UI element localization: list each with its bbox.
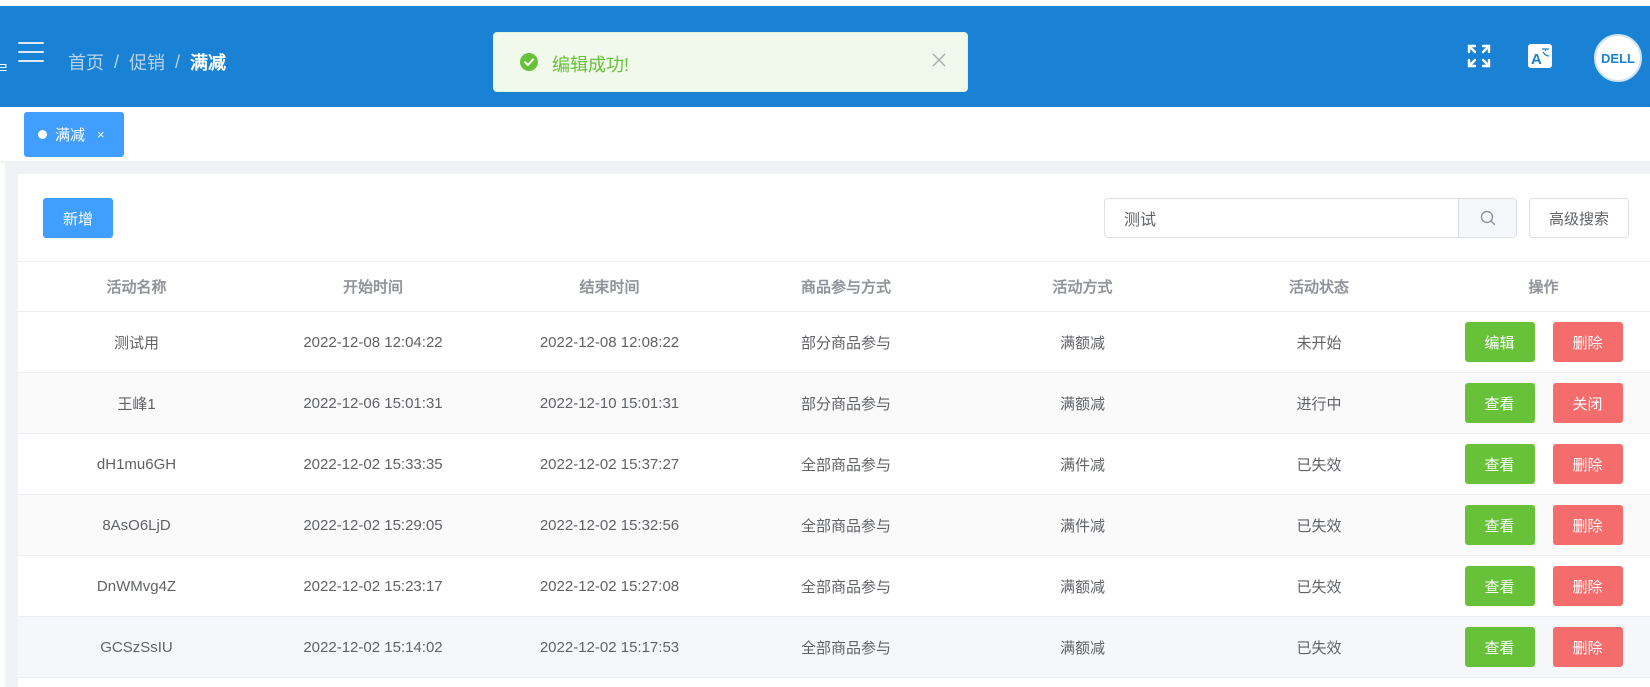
cell-name: dH1mu6GH — [96, 455, 177, 473]
cell-status: 未开始 — [1296, 334, 1342, 352]
table-row: dH1mu6GH 2022-12-02 15:33:35 2022-12-02 … — [18, 434, 1650, 495]
tag-manjian[interactable]: 满减 × — [24, 112, 124, 157]
breadcrumb-separator: / — [114, 51, 120, 72]
column-header: 活动状态 — [1288, 279, 1349, 296]
cell-start: 2022-12-06 15:01:31 — [303, 394, 443, 412]
cell-scope: 全部商品参与 — [800, 639, 891, 657]
hamburger-menu-icon[interactable] — [18, 42, 44, 64]
view-button[interactable]: 查看 — [1464, 566, 1535, 606]
fullscreen-icon[interactable] — [1466, 43, 1492, 74]
view-button[interactable]: 查看 — [1464, 383, 1535, 423]
cell-mode: 满件减 — [1059, 517, 1105, 535]
delete-button[interactable]: 删除 — [1552, 627, 1623, 667]
table-row: 王峰1 2022-12-06 15:01:31 2022-12-10 15:01… — [18, 373, 1650, 434]
breadcrumb: 首页 / 促销 / 满减 — [68, 49, 226, 75]
search-icon — [1480, 210, 1495, 226]
cell-mode: 满额减 — [1059, 639, 1105, 657]
cell-start: 2022-12-02 15:14:02 — [303, 638, 443, 656]
table-row: DnWMvg4Z 2022-12-02 15:23:17 2022-12-02 … — [18, 556, 1650, 617]
cell-mode: 满额减 — [1059, 395, 1105, 413]
delete-button[interactable]: 删除 — [1552, 322, 1623, 362]
cell-name: 王峰1 — [117, 395, 156, 413]
cell-name: 8AsO6LjD — [102, 516, 171, 534]
breadcrumb-home[interactable]: 首页 — [68, 49, 104, 75]
column-header: 开始时间 — [342, 279, 403, 296]
breadcrumb-promo[interactable]: 促销 — [129, 49, 165, 75]
cell-end: 2022-12-02 15:17:53 — [539, 638, 680, 656]
cell-actions: 编辑 删除 — [1437, 312, 1650, 372]
cell-status: 已失效 — [1296, 639, 1342, 657]
column-header: 商品参与方式 — [800, 279, 891, 296]
column-header: 活动方式 — [1052, 279, 1113, 296]
search-button[interactable] — [1458, 199, 1516, 237]
close-icon[interactable] — [931, 52, 947, 68]
column-header: 活动名称 — [106, 279, 167, 296]
user-avatar[interactable]: DELL — [1594, 34, 1642, 82]
add-button[interactable]: 新增 — [43, 198, 113, 238]
cell-end: 2022-12-10 15:01:31 — [539, 394, 680, 412]
success-toast: 编辑成功! — [493, 32, 968, 92]
cell-scope: 全部商品参与 — [800, 578, 891, 596]
close-activity-button[interactable]: 关闭 — [1552, 383, 1623, 423]
cell-actions: 查看 删除 — [1437, 495, 1650, 555]
delete-button[interactable]: 删除 — [1552, 505, 1623, 545]
cell-name: GCSzSsIU — [100, 638, 173, 656]
cell-start: 2022-12-08 12:04:22 — [303, 333, 443, 351]
view-button[interactable]: 查看 — [1464, 444, 1535, 484]
cell-mode: 满件减 — [1059, 456, 1105, 474]
dell-logo-icon: DELL — [1601, 51, 1635, 66]
tag-close-icon[interactable]: × — [97, 127, 105, 142]
cell-end: 2022-12-08 12:08:22 — [539, 333, 680, 351]
cell-actions: 查看 删除 — [1437, 617, 1650, 677]
cell-end: 2022-12-02 15:27:08 — [539, 577, 680, 595]
column-header: 操作 — [1528, 279, 1559, 296]
cell-scope: 全部商品参与 — [800, 456, 891, 474]
breadcrumb-separator: / — [175, 51, 181, 72]
cell-actions: 查看 删除 — [1437, 434, 1650, 494]
cell-mode: 满额减 — [1059, 334, 1105, 352]
delete-button[interactable]: 删除 — [1552, 444, 1623, 484]
cell-scope: 部分商品参与 — [800, 334, 891, 352]
cell-actions: 查看 删除 — [1437, 556, 1650, 616]
table-header: 活动名称 开始时间 结束时间 商品参与方式 活动方式 活动状态 操作 — [18, 261, 1650, 312]
cell-name: 测试用 — [113, 334, 159, 352]
cell-name: DnWMvg4Z — [96, 577, 177, 595]
cell-start: 2022-12-02 15:29:05 — [303, 516, 443, 534]
svg-text:DELL: DELL — [1601, 51, 1635, 66]
advanced-search-button[interactable]: 高级搜索 — [1529, 198, 1629, 238]
cell-mode: 满额减 — [1059, 578, 1105, 596]
cell-start: 2022-12-02 15:33:35 — [303, 455, 443, 473]
cell-actions: 查看 关闭 — [1437, 373, 1650, 433]
cell-status: 已失效 — [1296, 456, 1342, 474]
delete-button[interactable]: 删除 — [1552, 566, 1623, 606]
breadcrumb-current: 满减 — [190, 53, 227, 73]
promotion-table: 活动名称 开始时间 结束时间 商品参与方式 活动方式 活动状态 操作 测试用 2… — [18, 261, 1650, 678]
toast-message: 编辑成功! — [552, 55, 630, 75]
table-row: GCSzSsIU 2022-12-02 15:14:02 2022-12-02 … — [18, 617, 1650, 678]
tag-label: 满减 — [55, 127, 86, 144]
column-header: 结束时间 — [579, 279, 640, 296]
cell-status: 进行中 — [1296, 395, 1342, 413]
edit-button[interactable]: 编辑 — [1464, 322, 1535, 362]
tags-view-bar: 满减 × — [0, 107, 1650, 161]
cell-scope: 全部商品参与 — [800, 517, 891, 535]
search-box — [1104, 198, 1517, 238]
cell-status: 已失效 — [1296, 578, 1342, 596]
translate-icon[interactable]: A — [1527, 43, 1553, 74]
cell-scope: 部分商品参与 — [800, 395, 891, 413]
table-row: 测试用 2022-12-08 12:04:22 2022-12-08 12:08… — [18, 312, 1650, 373]
success-check-icon — [520, 53, 538, 71]
table-row: 8AsO6LjD 2022-12-02 15:29:05 2022-12-02 … — [18, 495, 1650, 556]
svg-text:A: A — [1531, 51, 1542, 68]
view-button[interactable]: 查看 — [1464, 627, 1535, 667]
cell-status: 已失效 — [1296, 517, 1342, 535]
edge-glyph: ㄹ — [0, 60, 9, 76]
view-button[interactable]: 查看 — [1464, 505, 1535, 545]
search-input[interactable] — [1105, 199, 1458, 237]
cell-end: 2022-12-02 15:32:56 — [539, 516, 680, 534]
active-dot-icon — [38, 130, 47, 139]
cell-start: 2022-12-02 15:23:17 — [303, 577, 443, 595]
cell-end: 2022-12-02 15:37:27 — [539, 455, 680, 473]
